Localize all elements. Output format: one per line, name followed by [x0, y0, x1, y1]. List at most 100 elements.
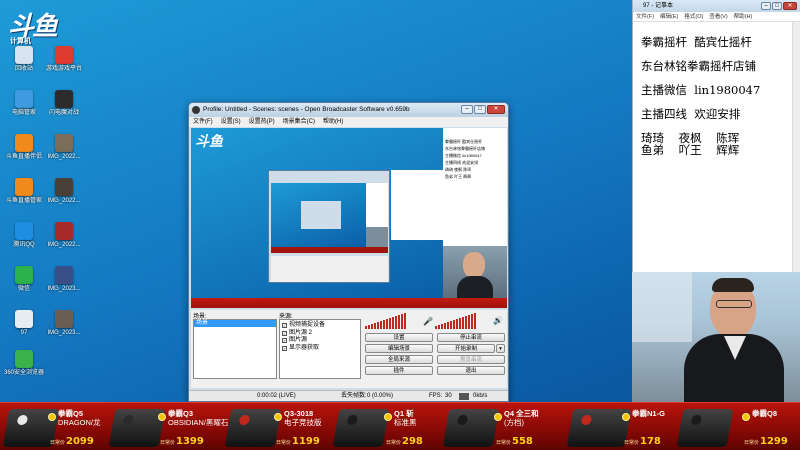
notepad-scrollbar[interactable]	[792, 22, 800, 272]
minimize-button[interactable]: –	[461, 105, 473, 114]
sources-list[interactable]: ✓ 视频捕捉设备 ✓ 图片源 2 ✓ 图片源 ✓ 显示器获取	[279, 319, 361, 379]
price-value: 558	[512, 436, 533, 447]
maximize-button[interactable]: □	[772, 2, 782, 10]
source-item[interactable]: ✓ 显示器获取	[280, 345, 360, 353]
notepad-window[interactable]: 97 - 记事本 – □ ✕ 文件(F) 编辑(E) 格式(O) 查看(V) 帮…	[632, 0, 800, 272]
stop-stream-button[interactable]: 停止串流	[437, 333, 505, 342]
douyu-logo: 斗鱼 计算机	[8, 6, 88, 45]
desktop-icon[interactable]: 回收站	[2, 46, 46, 73]
preview-logo: 斗鱼	[195, 134, 223, 150]
close-button[interactable]: ✕	[783, 2, 797, 10]
exit-button[interactable]: 退出	[437, 366, 505, 375]
desktop-icon[interactable]: IMG_2022...	[42, 178, 86, 205]
desktop-icon[interactable]: 斗鱼直播伴侣	[2, 134, 46, 161]
desktop-icon[interactable]: 微信	[2, 266, 46, 293]
obs-window-controls: – □ ✕	[461, 105, 505, 114]
source-checkbox[interactable]: ✓	[282, 338, 287, 344]
obs-status-bar: 0:00:02 (LIVE) 丢失帧数: 0 (0.00%) FPS: 30 0…	[189, 390, 508, 401]
desktop-icon[interactable]: 360安全浏览器	[2, 350, 46, 377]
menu-file[interactable]: 文件(F)	[636, 12, 654, 21]
product-name: Q1 斩标准黑	[394, 409, 417, 427]
source-checkbox[interactable]: ✓	[282, 345, 287, 351]
obs-title-bar[interactable]: Profile: Untitled - Scenes: scenes - Ope…	[189, 103, 508, 117]
product-subtitle: 电子竞技版	[284, 417, 322, 427]
menu-help[interactable]: 帮助(H)	[734, 12, 753, 21]
notepad-text-area[interactable]: 拳霸摇杆 酷宾仕摇杆 东台林铭拳霸摇杆店铺 主播微信 lin1980047 主播…	[633, 22, 800, 156]
desktop-icon[interactable]: 斗鱼直播管家	[2, 178, 46, 205]
price-value: 178	[640, 436, 661, 447]
product-price: 日常价1399	[160, 436, 204, 447]
desktop-icon-label: 腾讯QQ	[13, 242, 35, 248]
menu-hotkeys[interactable]: 设置热(P)	[249, 117, 275, 127]
desktop-icon[interactable]: IMG_2023...	[42, 266, 86, 293]
product-price: 日常价558	[496, 436, 533, 447]
settings-button[interactable]: 设置	[365, 333, 433, 342]
source-item[interactable]: ✓ 图片源 2	[280, 330, 360, 338]
desktop-icon[interactable]: 97	[2, 310, 46, 337]
global-sources-button[interactable]: 全局来源	[365, 355, 433, 364]
menu-settings[interactable]: 设置(S)	[221, 117, 241, 127]
desktop-icon[interactable]: 电脑管家	[2, 90, 46, 117]
menu-help[interactable]: 帮助(H)	[323, 117, 343, 127]
scene-item[interactable]: 场景	[194, 320, 276, 327]
edit-scene-button[interactable]: 编辑场景	[365, 344, 433, 353]
product-tag-icon	[494, 413, 502, 421]
notepad-line: 主播微信 lin1980047	[641, 83, 761, 97]
source-item[interactable]: ✓ 视频捕捉设备	[280, 322, 360, 330]
preview-notepad: 拳霸摇杆 酷宾仕摇杆 东台林铭拳霸摇杆店铺 主播微信 lin1980047 主播四线 …	[443, 128, 507, 246]
minimize-button[interactable]: –	[761, 2, 771, 10]
scenes-list[interactable]: 场景	[193, 319, 277, 379]
preview-banner	[191, 298, 507, 308]
product-tag-icon	[622, 413, 630, 421]
notepad-line: 鱼弟 吖王 辉辉	[641, 143, 740, 157]
notepad-title-bar[interactable]: 97 - 记事本 – □ ✕	[633, 0, 800, 12]
desktop-icon-label: IMG_2022...	[47, 198, 81, 204]
app-icon	[15, 90, 33, 108]
bitrate-indicator	[459, 393, 469, 400]
desktop-icon-label: 360安全浏览器	[3, 370, 44, 376]
desktop-icon[interactable]: 游戏游戏平台	[42, 46, 86, 73]
preview-nested-obs	[268, 170, 390, 283]
desktop-icon-label: 97	[20, 330, 28, 336]
speaker-icon[interactable]: 🔊	[493, 316, 503, 325]
close-button[interactable]: ✕	[487, 105, 505, 114]
source-label: 图片源 2	[289, 329, 313, 336]
desktop-icon[interactable]: 闪电魔对战	[42, 90, 86, 117]
menu-format[interactable]: 格式(O)	[684, 12, 703, 21]
menu-scene-collection[interactable]: 场景集合(C)	[283, 117, 315, 127]
desktop-icon[interactable]: IMG_2022...	[42, 134, 86, 161]
notepad-line: 东台林铭拳霸摇杆店铺	[641, 59, 756, 73]
plugins-button[interactable]: 插件	[365, 366, 433, 375]
desktop-icon[interactable]: IMG_2022...	[42, 222, 86, 249]
desktop-icon-label: 电脑管家	[11, 110, 36, 116]
desktop-volume-meter[interactable]	[435, 313, 476, 329]
app-icon	[15, 350, 33, 368]
preview-stream-button[interactable]: 预览串流	[437, 355, 505, 364]
product-price: 日常价1299	[744, 436, 788, 447]
start-record-button[interactable]: 开始录制	[437, 344, 495, 353]
desktop-icon-label: 闪电魔对战	[48, 110, 79, 116]
stream-preview: 斗鱼 拳霸摇杆 酷宾仕摇杆 东台林铭拳霸摇杆店铺 主播微信 lin1980047 主播…	[191, 128, 507, 308]
source-checkbox[interactable]: ✓	[282, 330, 287, 336]
product-tag-icon	[158, 413, 166, 421]
arcade-stick-image	[224, 409, 282, 447]
menu-view[interactable]: 查看(V)	[709, 12, 727, 21]
source-checkbox[interactable]: ✓	[282, 323, 287, 329]
bitrate-value: 0kb/s	[473, 393, 488, 399]
maximize-button[interactable]: □	[474, 105, 486, 114]
product-subtitle: DRAGON/龙	[58, 417, 101, 427]
product-title: 拳霸Q8	[752, 409, 778, 418]
source-item[interactable]: ✓ 图片源	[280, 337, 360, 345]
obs-window[interactable]: Profile: Untitled - Scenes: scenes - Ope…	[188, 102, 509, 402]
price-value: 298	[402, 436, 423, 447]
product-tag-icon	[274, 413, 282, 421]
desktop-icon[interactable]: IMG_2023...	[42, 310, 86, 337]
stream-time: 0:00:02 (LIVE)	[257, 393, 296, 399]
record-dropdown-icon[interactable]: ▾	[496, 344, 505, 353]
mic-volume-meter[interactable]	[365, 313, 406, 329]
menu-file[interactable]: 文件(F)	[193, 117, 213, 127]
arcade-stick-image	[676, 409, 734, 447]
desktop-icon[interactable]: 腾讯QQ	[2, 222, 46, 249]
mic-icon[interactable]: 🎤	[423, 317, 433, 326]
menu-edit[interactable]: 编辑(E)	[660, 12, 678, 21]
